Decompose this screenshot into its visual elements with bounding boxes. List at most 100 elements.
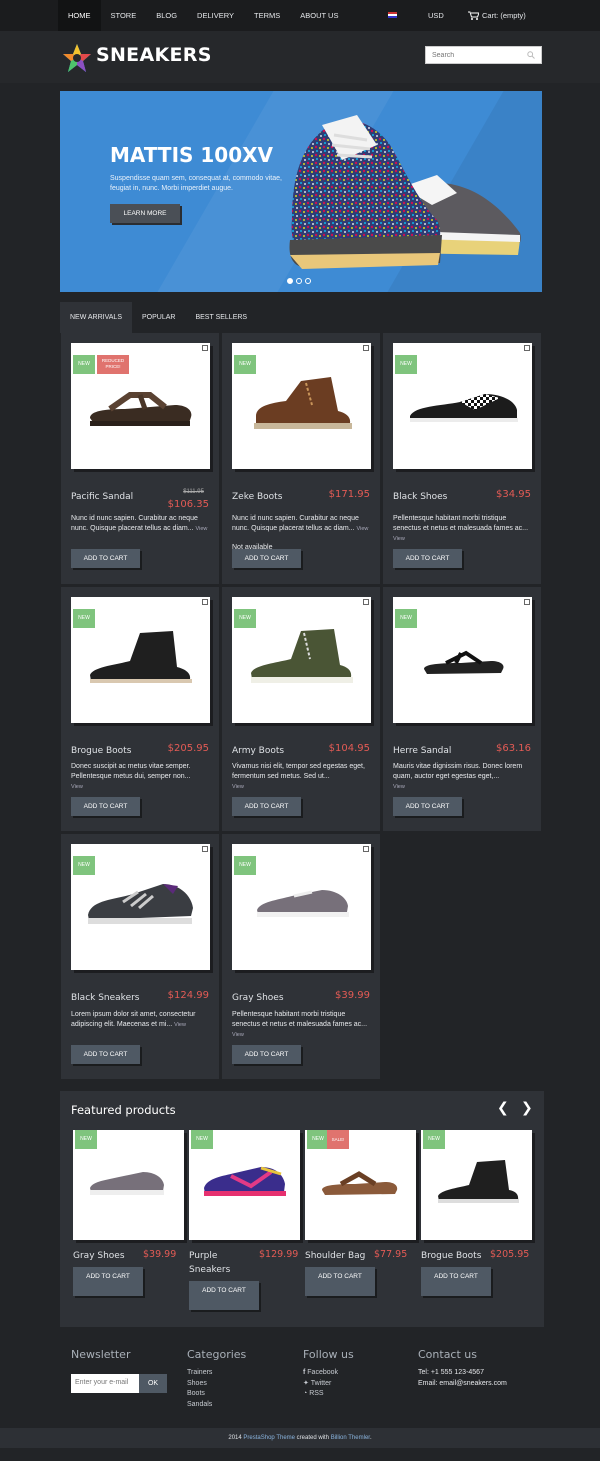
slider-dot-3[interactable] xyxy=(305,278,311,284)
category-link-trainers[interactable]: Trainers xyxy=(187,1368,212,1379)
nav-delivery[interactable]: DELIVERY xyxy=(187,0,244,31)
newsletter-ok-button[interactable]: OK xyxy=(139,1374,167,1393)
new-badge: NEW xyxy=(395,355,417,374)
quick-view-icon[interactable] xyxy=(202,345,208,351)
view-link[interactable]: View xyxy=(174,1022,186,1028)
next-arrow-icon[interactable]: ❯ xyxy=(521,1100,533,1116)
rss-link[interactable]: ◔ RSS xyxy=(303,1389,338,1400)
search-input[interactable] xyxy=(425,46,542,64)
gray-shoe-image xyxy=(257,890,349,917)
product-name[interactable]: Zeke Boots xyxy=(232,492,282,502)
twitter-label: Twitter xyxy=(310,1379,332,1387)
featured-name[interactable]: Purple Sneakers xyxy=(189,1249,251,1277)
nav-store[interactable]: STORE xyxy=(101,0,147,31)
featured-image[interactable]: NEW xyxy=(189,1130,300,1240)
search-icon[interactable] xyxy=(527,51,535,59)
add-to-cart-button[interactable]: ADD TO CART xyxy=(71,1045,140,1064)
category-link-shoes[interactable]: Shoes xyxy=(187,1379,212,1390)
add-to-cart-button[interactable]: ADD TO CART xyxy=(71,797,140,816)
quick-view-icon[interactable] xyxy=(524,599,530,605)
quick-view-icon[interactable] xyxy=(363,846,369,852)
view-link[interactable]: View xyxy=(393,536,405,542)
add-to-cart-button[interactable]: ADD TO CART xyxy=(393,549,462,568)
quick-view-icon[interactable] xyxy=(363,599,369,605)
contact-heading: Contact us xyxy=(418,1348,477,1361)
product-name[interactable]: Black Sneakers xyxy=(71,993,140,1003)
product-name[interactable]: Herre Sandal xyxy=(393,746,451,756)
cart-link[interactable]: Cart: (empty) xyxy=(468,11,526,20)
us-flag-icon[interactable] xyxy=(388,12,397,18)
product-image[interactable]: NEW xyxy=(71,844,210,970)
product-price: $106.35 xyxy=(167,499,209,510)
product-image[interactable]: NEW xyxy=(71,597,210,723)
product-image[interactable]: NEW xyxy=(393,597,532,723)
slider-dot-2[interactable] xyxy=(296,278,302,284)
product-image[interactable]: NEW REDUCED PRICE! xyxy=(71,343,210,469)
quick-view-icon[interactable] xyxy=(363,345,369,351)
category-link-sandals[interactable]: Sandals xyxy=(187,1400,212,1411)
new-badge: NEW xyxy=(73,355,95,374)
billion-themler-link[interactable]: Billion Themler xyxy=(331,1435,370,1441)
product-name[interactable]: Brogue Boots xyxy=(71,746,131,756)
add-to-cart-button[interactable]: ADD TO CART xyxy=(232,1045,301,1064)
view-link[interactable]: View xyxy=(71,784,83,790)
add-to-cart-button[interactable]: ADD TO CART xyxy=(393,797,462,816)
featured-name[interactable]: Shoulder Bag xyxy=(305,1249,365,1263)
featured-image[interactable]: NEW xyxy=(421,1130,532,1240)
nav-about-us[interactable]: ABOUT US xyxy=(290,0,348,31)
product-name[interactable]: Black Shoes xyxy=(393,492,447,502)
add-to-cart-button[interactable]: ADD TO CART xyxy=(73,1267,143,1296)
add-to-cart-button[interactable]: ADD TO CART xyxy=(232,797,301,816)
tab-best-sellers[interactable]: BEST SELLERS xyxy=(185,302,257,333)
product-image[interactable]: NEW xyxy=(232,597,371,723)
logo-star-icon[interactable] xyxy=(62,43,92,73)
product-card: NEW Brogue Boots $205.95 Donec suscipit … xyxy=(61,587,219,831)
featured-image[interactable]: NEW SALE! xyxy=(305,1130,416,1240)
add-to-cart-button[interactable]: ADD TO CART xyxy=(189,1281,259,1310)
featured-image[interactable]: NEW xyxy=(73,1130,184,1240)
quick-view-icon[interactable] xyxy=(202,846,208,852)
product-name[interactable]: Gray Shoes xyxy=(232,993,284,1003)
view-link[interactable]: View xyxy=(232,1032,244,1038)
add-to-cart-button[interactable]: ADD TO CART xyxy=(232,549,301,568)
add-to-cart-button[interactable]: ADD TO CART xyxy=(71,549,140,568)
add-to-cart-button[interactable]: ADD TO CART xyxy=(421,1267,491,1296)
product-image[interactable]: NEW xyxy=(232,343,371,469)
product-price: $104.95 xyxy=(328,743,370,754)
view-link[interactable]: View xyxy=(196,526,208,532)
tab-popular[interactable]: POPULAR xyxy=(132,302,185,333)
copyright-bar: 2014 PrestaShop Theme created with Billi… xyxy=(0,1428,600,1448)
quick-view-icon[interactable] xyxy=(524,345,530,351)
facebook-link[interactable]: f Facebook xyxy=(303,1368,338,1379)
currency-selector[interactable]: USD xyxy=(428,11,444,20)
product-image[interactable]: NEW xyxy=(232,844,371,970)
site-logo-text[interactable]: SNEAKERS xyxy=(96,44,212,66)
nav-terms[interactable]: TERMS xyxy=(244,0,290,31)
product-name[interactable]: Pacific Sandal xyxy=(71,492,133,502)
view-link[interactable]: View xyxy=(232,784,244,790)
prestashop-theme-link[interactable]: PrestaShop Theme xyxy=(243,1435,295,1441)
nav-home[interactable]: HOME xyxy=(58,0,101,31)
prev-arrow-icon[interactable]: ❮ xyxy=(497,1100,509,1116)
product-description-text: Nunc id nunc sapien. Curabitur ac neque … xyxy=(232,515,359,532)
twitter-link[interactable]: ✦ Twitter xyxy=(303,1379,338,1390)
product-image[interactable]: NEW xyxy=(393,343,532,469)
black-shoe-image xyxy=(410,394,518,422)
quick-view-icon[interactable] xyxy=(202,599,208,605)
featured-name[interactable]: Gray Shoes xyxy=(73,1249,125,1263)
view-link[interactable]: View xyxy=(393,784,405,790)
nav-blog[interactable]: BLOG xyxy=(146,0,187,31)
product-description-text: Nunc id nunc sapien. Curabitur ac neque … xyxy=(71,515,198,532)
add-to-cart-button[interactable]: ADD TO CART xyxy=(305,1267,375,1296)
featured-name[interactable]: Brogue Boots xyxy=(421,1249,481,1263)
view-link[interactable]: View xyxy=(357,526,369,532)
learn-more-button[interactable]: LEARN MORE xyxy=(110,204,180,223)
contact-email[interactable]: Email: email@sneakers.com xyxy=(418,1379,507,1390)
tab-new-arrivals[interactable]: NEW ARRIVALS xyxy=(60,302,132,333)
category-link-boots[interactable]: Boots xyxy=(187,1389,212,1400)
slider-dot-1[interactable] xyxy=(287,278,293,284)
newsletter-email-input[interactable]: Enter your e-mail xyxy=(71,1374,139,1393)
product-name[interactable]: Army Boots xyxy=(232,746,284,756)
new-badge: NEW xyxy=(73,856,95,875)
boot-image xyxy=(251,629,353,683)
